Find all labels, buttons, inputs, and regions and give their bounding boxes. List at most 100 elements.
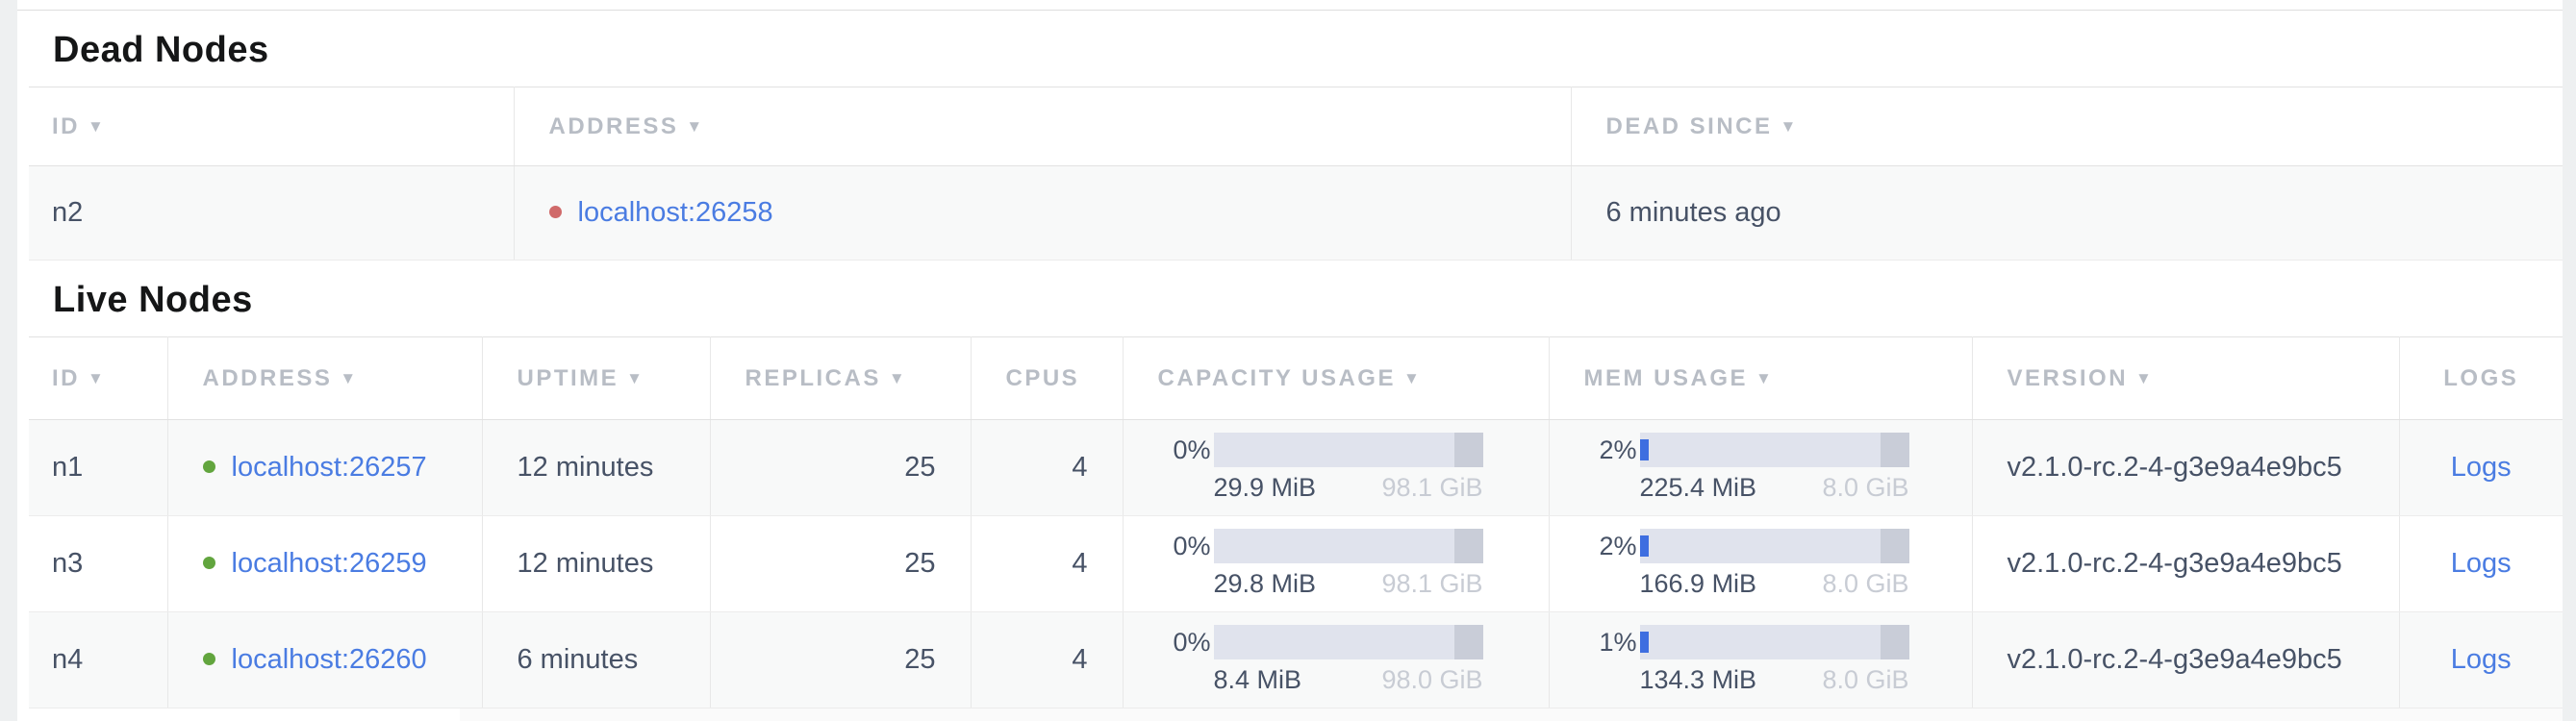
node-address-cell: localhost:26258 bbox=[514, 166, 1571, 261]
column-header-uptime[interactable]: UPTIME▼ bbox=[482, 337, 710, 420]
dead-nodes-table: ID▼ ADDRESS▼ DEAD SINCE▼ n2 localhost:26… bbox=[29, 87, 2563, 261]
usage-bar-fill bbox=[1640, 632, 1649, 653]
usage-bar-cap bbox=[1454, 433, 1483, 467]
sort-arrow-icon: ▼ bbox=[2135, 369, 2154, 387]
column-header-logs: LOGS bbox=[2399, 337, 2563, 420]
dead-column-header-id[interactable]: ID▼ bbox=[29, 87, 514, 166]
dead-column-header-dead-since[interactable]: DEAD SINCE▼ bbox=[1571, 87, 2563, 166]
sort-arrow-icon: ▼ bbox=[88, 117, 106, 136]
nodes-page: Dead Nodes ID▼ ADDRESS▼ DEAD SINCE▼ n2 l… bbox=[17, 0, 2563, 721]
usage-total-value: 98.1 GiB bbox=[1381, 473, 1482, 503]
version-cell: v2.1.0-rc.2-4-g3e9a4e9bc5 bbox=[1972, 516, 2399, 612]
logs-link[interactable]: Logs bbox=[2451, 644, 2512, 675]
replicas-cell: 25 bbox=[710, 516, 971, 612]
live-status-dot-icon bbox=[203, 557, 215, 569]
version-cell: v2.1.0-rc.2-4-g3e9a4e9bc5 bbox=[1972, 612, 2399, 709]
node-address-link[interactable]: localhost:26257 bbox=[232, 452, 427, 483]
usage-bar-cap bbox=[1881, 529, 1909, 563]
version-cell: v2.1.0-rc.2-4-g3e9a4e9bc5 bbox=[1972, 420, 2399, 516]
usage-total-value: 98.1 GiB bbox=[1381, 569, 1482, 599]
live-nodes-table: ID▼ ADDRESS▼ UPTIME▼ REPLICAS▼ CPUS CAPA… bbox=[29, 336, 2563, 709]
usage-bar bbox=[1214, 433, 1483, 467]
logs-cell: Logs bbox=[2399, 612, 2563, 709]
sort-arrow-icon: ▼ bbox=[1780, 117, 1799, 136]
uptime-cell: 12 minutes bbox=[482, 516, 710, 612]
replicas-cell: 25 bbox=[710, 612, 971, 709]
usage-bar-cap bbox=[1881, 625, 1909, 659]
usage-percent-label: 0% bbox=[1153, 628, 1214, 658]
dead-status-dot-icon bbox=[549, 206, 562, 218]
column-header-version[interactable]: VERSION▼ bbox=[1972, 337, 2399, 420]
live-status-dot-icon bbox=[203, 653, 215, 665]
page-top-divider bbox=[17, 0, 2563, 11]
sort-arrow-icon: ▼ bbox=[340, 369, 358, 387]
node-address-link[interactable]: localhost:26258 bbox=[578, 197, 773, 228]
uptime-cell: 12 minutes bbox=[482, 420, 710, 516]
usage-total-value: 98.0 GiB bbox=[1381, 665, 1482, 695]
column-header-capacity-usage[interactable]: CAPACITY USAGE▼ bbox=[1123, 337, 1549, 420]
page-bottom-strip bbox=[17, 709, 2563, 721]
capacity-usage-widget: 0% 8.4 MiB 98.0 GiB bbox=[1124, 625, 1548, 695]
replicas-cell: 25 bbox=[710, 420, 971, 516]
usage-used-value: 134.3 MiB bbox=[1640, 665, 1757, 695]
dead-since-cell: 6 minutes ago bbox=[1571, 166, 2563, 261]
cpus-cell: 4 bbox=[971, 420, 1123, 516]
node-id-cell: n4 bbox=[29, 612, 167, 709]
capacity-usage-cell: 0% 8.4 MiB 98.0 GiB bbox=[1123, 612, 1549, 709]
logs-cell: Logs bbox=[2399, 516, 2563, 612]
sort-arrow-icon: ▼ bbox=[889, 369, 907, 387]
usage-used-value: 8.4 MiB bbox=[1214, 665, 1302, 695]
column-header-mem-usage[interactable]: MEM USAGE▼ bbox=[1549, 337, 1972, 420]
node-address-cell: localhost:26259 bbox=[167, 516, 482, 612]
usage-bar-fill bbox=[1640, 535, 1649, 557]
usage-percent-label: 0% bbox=[1153, 435, 1214, 465]
mem-usage-cell: 2% 225.4 MiB 8.0 GiB bbox=[1549, 420, 1972, 516]
column-header-id[interactable]: ID▼ bbox=[29, 337, 167, 420]
node-id-cell: n2 bbox=[29, 166, 514, 261]
usage-used-value: 166.9 MiB bbox=[1640, 569, 1757, 599]
node-address-link[interactable]: localhost:26260 bbox=[232, 644, 427, 675]
sort-arrow-icon: ▼ bbox=[88, 369, 106, 387]
table-row: n4 localhost:26260 6 minutes 25 4 0% bbox=[29, 612, 2563, 709]
capacity-usage-cell: 0% 29.8 MiB 98.1 GiB bbox=[1123, 516, 1549, 612]
node-address-link[interactable]: localhost:26259 bbox=[232, 548, 427, 579]
live-nodes-title: Live Nodes bbox=[17, 261, 2563, 336]
usage-bar bbox=[1640, 625, 1909, 659]
capacity-usage-widget: 0% 29.9 MiB 98.1 GiB bbox=[1124, 433, 1548, 503]
sort-arrow-icon: ▼ bbox=[626, 369, 644, 387]
column-header-cpus: CPUS bbox=[971, 337, 1123, 420]
mem-usage-cell: 1% 134.3 MiB 8.0 GiB bbox=[1549, 612, 1972, 709]
usage-bar bbox=[1214, 625, 1483, 659]
column-header-replicas[interactable]: REPLICAS▼ bbox=[710, 337, 971, 420]
live-status-dot-icon bbox=[203, 460, 215, 473]
dead-table-header-row: ID▼ ADDRESS▼ DEAD SINCE▼ bbox=[29, 87, 2563, 166]
usage-percent-label: 2% bbox=[1579, 532, 1640, 561]
node-id-cell: n1 bbox=[29, 420, 167, 516]
capacity-usage-cell: 0% 29.9 MiB 98.1 GiB bbox=[1123, 420, 1549, 516]
mem-usage-widget: 2% 225.4 MiB 8.0 GiB bbox=[1551, 433, 1971, 503]
table-row: n2 localhost:26258 6 minutes ago bbox=[29, 166, 2563, 261]
usage-total-value: 8.0 GiB bbox=[1822, 569, 1908, 599]
usage-bar-fill bbox=[1640, 439, 1649, 460]
live-table-header-row: ID▼ ADDRESS▼ UPTIME▼ REPLICAS▼ CPUS CAPA… bbox=[29, 337, 2563, 420]
dead-column-header-address[interactable]: ADDRESS▼ bbox=[514, 87, 1571, 166]
usage-percent-label: 0% bbox=[1153, 532, 1214, 561]
logs-link[interactable]: Logs bbox=[2451, 452, 2512, 483]
cpus-cell: 4 bbox=[971, 612, 1123, 709]
sort-arrow-icon: ▼ bbox=[686, 117, 704, 136]
usage-used-value: 29.9 MiB bbox=[1214, 473, 1317, 503]
logs-link[interactable]: Logs bbox=[2451, 548, 2512, 579]
table-row: n1 localhost:26257 12 minutes 25 4 0% bbox=[29, 420, 2563, 516]
dead-nodes-title: Dead Nodes bbox=[17, 11, 2563, 87]
cpus-cell: 4 bbox=[971, 516, 1123, 612]
usage-used-value: 225.4 MiB bbox=[1640, 473, 1757, 503]
usage-used-value: 29.8 MiB bbox=[1214, 569, 1317, 599]
mem-usage-widget: 2% 166.9 MiB 8.0 GiB bbox=[1551, 529, 1971, 599]
sort-arrow-icon: ▼ bbox=[1403, 369, 1422, 387]
usage-percent-label: 2% bbox=[1579, 435, 1640, 465]
usage-total-value: 8.0 GiB bbox=[1822, 473, 1908, 503]
column-header-address[interactable]: ADDRESS▼ bbox=[167, 337, 482, 420]
uptime-cell: 6 minutes bbox=[482, 612, 710, 709]
usage-percent-label: 1% bbox=[1579, 628, 1640, 658]
mem-usage-cell: 2% 166.9 MiB 8.0 GiB bbox=[1549, 516, 1972, 612]
